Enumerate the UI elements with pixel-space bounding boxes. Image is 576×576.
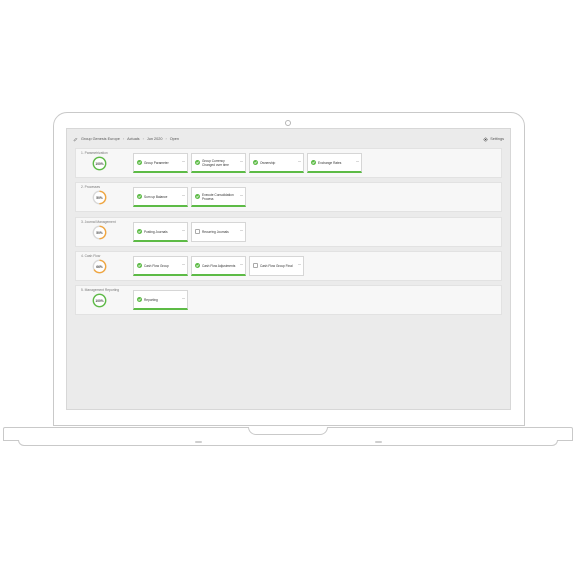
task-card[interactable]: Group Parameter ··· [133,153,188,173]
laptop-opening-notch [248,427,328,435]
more-options-icon[interactable]: ··· [182,159,186,165]
progress-percent: 66% [96,264,103,269]
more-options-icon[interactable]: ··· [240,228,244,234]
more-options-icon[interactable]: ··· [240,262,244,268]
breadcrumb-scenario[interactable]: Actuals [127,137,139,141]
task-name: Exchange Rates [318,160,342,165]
task-card[interactable]: Ownership ··· [249,153,304,173]
task-list: Reporting ··· [133,290,188,310]
check-circle-icon [195,160,200,165]
check-circle-icon [195,263,200,268]
task-card[interactable]: Execute Consolidation Process ··· [191,187,246,207]
process-section: 4. Cash Flow 66% Cash Flow Group ··· Cash Fl… [75,251,502,281]
task-name: Group Parameter [144,160,169,165]
task-list: Sum up Balance ··· Execute Consolidation P… [133,187,246,207]
progress-percent: 50% [96,230,103,235]
process-section: 1. Parametrization 100% Group Parameter ···… [75,148,502,178]
check-circle-icon [137,263,142,268]
task-card[interactable]: Reporting ··· [133,290,188,310]
task-name: Execute Consolidation Process [202,192,234,201]
more-options-icon[interactable]: ··· [240,193,244,199]
progress-percent: 100% [95,161,104,166]
laptop-mockup: Group Genesis Europe › Actuals › Jun 202… [0,0,576,576]
progress-percent: 100% [95,298,104,303]
more-options-icon[interactable]: ··· [240,159,244,165]
process-section: 5. Management Reporting 100% Reporting ··· [75,285,502,315]
task-name: Sum up Balance [144,194,168,199]
check-circle-icon [253,160,258,165]
task-list: Group Parameter ··· Group Currency Changed… [133,153,362,173]
edit-icon[interactable] [73,137,78,142]
settings-button[interactable]: Settings [483,137,504,142]
breadcrumb-separator: › [142,137,144,141]
check-circle-icon [137,160,142,165]
app-screen: Group Genesis Europe › Actuals › Jun 202… [66,128,511,410]
top-bar: Group Genesis Europe › Actuals › Jun 202… [73,133,504,145]
section-label: 3. Journal Management [81,220,116,224]
laptop-foot [375,441,382,443]
laptop-base-bottom [18,440,558,446]
more-options-icon[interactable]: ··· [182,296,186,302]
breadcrumb-status: Open [169,137,180,141]
more-options-icon[interactable]: ··· [298,262,302,268]
task-card[interactable]: Group Currency Changed over time ··· [191,153,246,173]
camera-icon [285,120,291,126]
task-card[interactable]: Cash Flow Group Final ··· [249,256,304,276]
progress-percent: 50% [96,195,103,200]
section-label: 2. Processes [81,185,101,189]
check-circle-icon [137,297,142,302]
settings-label: Settings [490,137,504,141]
more-options-icon[interactable]: ··· [182,193,186,199]
section-label: 4. Cash Flow [81,254,101,258]
task-name: Cash Flow Adjustments [202,263,236,268]
task-card[interactable]: Cash Flow Group ··· [133,256,188,276]
process-section: 2. Processes 50% Sum up Balance ··· Execute … [75,182,502,212]
checkbox-icon[interactable] [195,229,200,234]
task-list: Posting Journals ··· Recurring Journals ··· [133,222,246,242]
check-circle-icon [311,160,316,165]
task-name: Group Currency Changed over time [202,158,229,167]
process-section: 3. Journal Management 50% Posting Journals… [75,217,502,247]
breadcrumb-separator: › [165,137,167,141]
more-options-icon[interactable]: ··· [182,228,186,234]
task-name: Recurring Journals [202,229,229,234]
section-label: 1. Parametrization [81,151,108,155]
check-circle-icon [137,229,142,234]
task-name: Reporting [144,297,158,302]
task-card[interactable]: Recurring Journals ··· [191,222,246,242]
task-name: Ownership [260,160,276,165]
breadcrumb-period[interactable]: Jun 2020 [147,137,163,141]
breadcrumb-separator: › [122,137,125,141]
task-name: Cash Flow Group [144,263,169,268]
breadcrumb-entity[interactable]: Group Genesis Europe [81,137,120,141]
more-options-icon[interactable]: ··· [298,159,302,165]
task-name: Cash Flow Group Final [260,263,293,268]
task-card[interactable]: Exchange Rates ··· [307,153,362,173]
task-name: Posting Journals [144,229,168,234]
check-circle-icon [195,194,200,199]
task-card[interactable]: Cash Flow Adjustments ··· [191,256,246,276]
gear-icon [483,137,488,141]
checkbox-icon[interactable] [253,263,258,268]
more-options-icon[interactable]: ··· [356,159,360,165]
task-card[interactable]: Sum up Balance ··· [133,187,188,207]
task-list: Cash Flow Group ··· Cash Flow Adjustments ·… [133,256,304,276]
check-circle-icon [137,194,142,199]
more-options-icon[interactable]: ··· [182,262,186,268]
laptop-foot [195,441,202,443]
section-label: 5. Management Reporting [81,288,120,292]
task-card[interactable]: Posting Journals ··· [133,222,188,242]
breadcrumb: Group Genesis Europe › Actuals › Jun 202… [73,137,179,142]
